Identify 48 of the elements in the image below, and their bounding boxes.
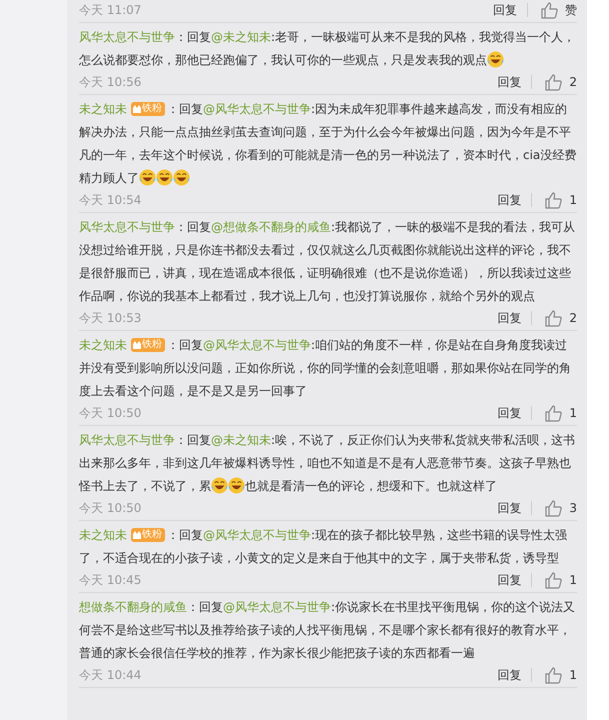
reply-link[interactable]: 回复 <box>497 309 522 327</box>
timestamp: 今天 10:45 <box>79 572 142 589</box>
like-button[interactable]: 1 <box>544 190 577 210</box>
comment-text: 未之知未 铁粉 ：回复@风华太息不与世争:现在的孩子都比较早熟，这些书籍的误导性太强了，不适合现在的小孩子读，小黄文的定义是来自于他其中的文字，属于夹带私货，诱导型 <box>79 527 568 567</box>
reply-link[interactable]: 回复 <box>497 571 522 589</box>
timestamp: 今天 10:50 <box>79 405 142 422</box>
timestamp: 今天 11:07 <box>79 2 142 19</box>
reply-link[interactable]: 回复 <box>497 499 522 517</box>
laughing-emoji-icon <box>211 477 228 494</box>
reply-link[interactable]: 回复 <box>497 404 522 422</box>
badge-label: 铁粉 <box>142 338 162 352</box>
thumbs-up-icon <box>544 666 564 684</box>
thumbs-up-icon <box>544 308 564 328</box>
thumbs-up-icon <box>544 190 564 210</box>
comment-text: 未之知未 铁粉 ：回复@风华太息不与世争:因为未成年犯罪事件越来越高发，而没有相应的解决办法，只能一点点抽丝剥茧去查询问题，至于为什么会今年被爆出问题，因为今年是不平凡的一年，去年这个时候说，你看到的可能就是清一色的另一种说法了，资本时代，cia没经费精力顾人了 <box>79 101 577 188</box>
badge-label: 铁粉 <box>142 102 162 116</box>
comment-text: 风华太息不与世争：回复@未之知未:老哥，一昧极端可从来不是我的风格，我觉得当一个人，怎么说都要怼你，那他已经跑偏了，我认可你的一些观点，只是发表我的观点 <box>79 29 576 70</box>
thumbs-up-icon <box>544 72 564 92</box>
laughing-emoji-icon <box>228 477 245 494</box>
comment-text: 风华太息不与世争：回复@未之知未:唉，不说了，反正你们认为夹带私货就夹带私活呗，这书出来那么多年，非到这几年被爆料诱导性，咱也不知道是不是有人恶意带节奏。这孩子早熟也怪书上去了，不说了，累 也就是看清一色的评论，想缓和下。也就这样了 <box>79 432 576 496</box>
like-button[interactable]: 1 <box>544 666 577 684</box>
thumbs-up-icon <box>540 0 559 20</box>
laughing-emoji-icon <box>156 169 173 186</box>
thumbs-up-icon <box>544 570 564 590</box>
timestamp: 今天 10:50 <box>79 500 142 517</box>
timestamp: 今天 10:54 <box>79 192 142 209</box>
comment-text: 风华太息不与世争：回复@想做条不翻身的咸鱼:我都说了，一昧的极端不是我的看法，我可从没想过给谁开脱，只是你连书都没去看过，仅仅就这么几页截图你就能说出这样的评论，我不是很舒服而已，讲真，现在造谣成本很低，证明确很难（也不是说你造谣），所以我读过这些作品啊，你说的我基本上都看过，我才说上几句，也没打算说服你，就给个另外的观点 <box>79 219 576 305</box>
timestamp: 今天 10:53 <box>79 310 142 327</box>
laughing-emoji-icon <box>173 169 190 186</box>
reply-link[interactable]: 回复 <box>497 191 522 209</box>
laughing-emoji-icon <box>487 51 504 68</box>
timestamp: 今天 10:44 <box>79 667 142 684</box>
like-button[interactable]: 1 <box>544 570 577 590</box>
like-button[interactable]: 赞 <box>540 0 577 20</box>
like-button[interactable]: 1 <box>544 404 577 422</box>
like-button[interactable]: 3 <box>544 498 577 518</box>
comment-text: 想做条不翻身的咸鱼：回复@风华太息不与世争:你说家长在书里找平衡甩锅，你的这个说法又何尝不是给这些写书以及推荐给孩子读的人找平衡甩锅，不是哪个家长都有很好的教育水平，普通的家长会很信任学校的推荐，作为家长很少能把孩子读的东西都看一遍 <box>79 599 576 662</box>
reply-link[interactable]: 回复 <box>497 666 522 684</box>
like-button[interactable]: 2 <box>544 72 577 92</box>
thumbs-up-icon <box>544 404 564 422</box>
timestamp: 今天 10:56 <box>79 74 142 91</box>
reply-link[interactable]: 回复 <box>493 1 517 19</box>
comment-text: 未之知未 铁粉 ：回复@风华太息不与世争:咱们站的角度不一样，你是站在自身角度我读过并没有受到影响所以没问题，正如你所说，你的同学懂的会刻意咀嚼，那如果你站在同学的角度上去看这个问题，是不是又是另一回事了 <box>79 337 572 400</box>
laughing-emoji-icon <box>139 169 156 186</box>
thumbs-up-icon <box>544 498 564 518</box>
like-button[interactable]: 2 <box>544 308 577 328</box>
reply-link[interactable]: 回复 <box>497 73 522 91</box>
badge-label: 铁粉 <box>142 528 162 542</box>
